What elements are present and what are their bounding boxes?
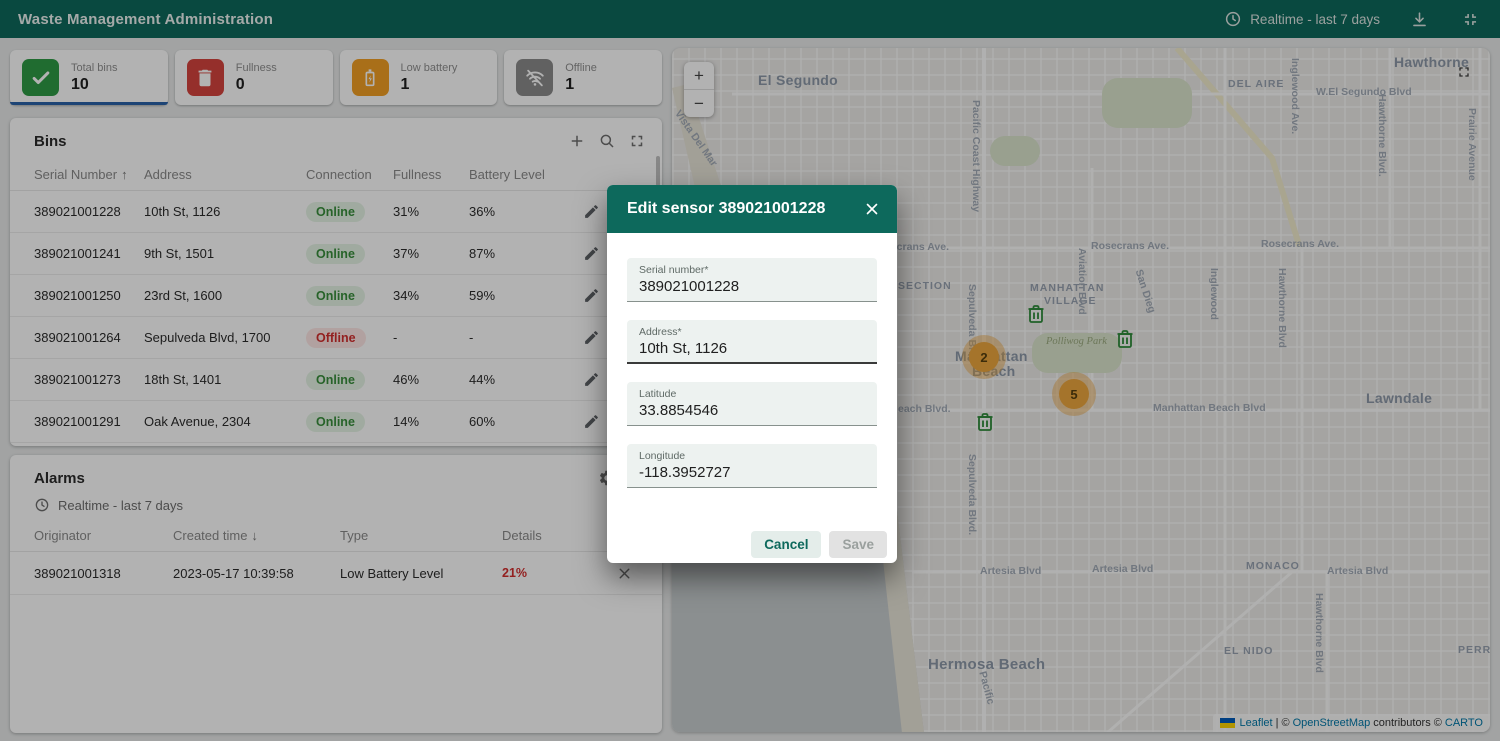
cancel-button[interactable]: Cancel (751, 531, 821, 558)
dialog-body: Serial number* 389021001228 Address* 10th S… (607, 233, 897, 488)
field-label: Latitude (639, 388, 865, 400)
edit-sensor-dialog: Edit sensor 389021001228 Serial number* 3… (607, 185, 897, 563)
field-label: Address* (639, 326, 865, 338)
field-value: 33.8854546 (639, 402, 718, 419)
serial-number-field[interactable]: Serial number* 389021001228 (627, 258, 877, 302)
latitude-field[interactable]: Latitude 33.8854546 (627, 382, 877, 426)
close-dialog-button[interactable] (861, 198, 883, 220)
field-label: Longitude (639, 450, 865, 462)
field-value: 389021001228 (639, 278, 739, 295)
field-label: Serial number* (639, 264, 865, 276)
field-value: 10th St, 1126 (639, 340, 727, 357)
address-field[interactable]: Address* 10th St, 1126 (627, 320, 877, 364)
close-icon (863, 200, 881, 218)
field-value: -118.3952727 (639, 464, 730, 481)
save-button[interactable]: Save (829, 531, 887, 558)
longitude-field[interactable]: Longitude -118.3952727 (627, 444, 877, 488)
dialog-title: Edit sensor 389021001228 (627, 200, 825, 218)
